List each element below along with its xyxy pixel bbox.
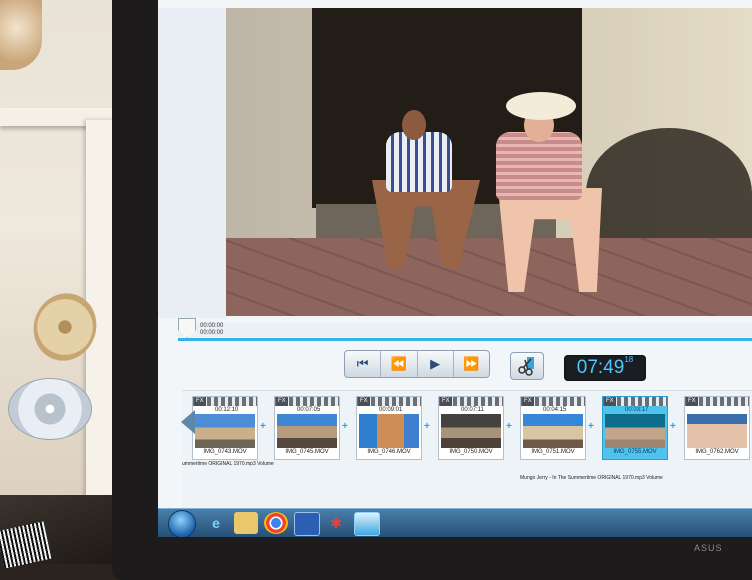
person-1-shirt (386, 132, 452, 192)
person-2-shirt (496, 132, 582, 200)
clip-name: IMG_0762.MOV (695, 449, 739, 455)
play-icon: ▶ (430, 356, 441, 371)
add-transition-icon[interactable]: + (670, 421, 676, 432)
clip-name: IMG_0755.MOV (613, 449, 657, 455)
chrome-icon[interactable] (264, 512, 288, 534)
cd-disc (8, 378, 92, 440)
start-orb-icon[interactable] (168, 510, 196, 537)
video-editor-taskbar-icon[interactable] (354, 512, 380, 536)
file-explorer-icon[interactable] (234, 512, 258, 534)
internet-explorer-icon[interactable]: e (204, 512, 228, 534)
monitor-brand-logo: ASUS (694, 543, 723, 553)
clip-duration: 00:12:10 (215, 407, 239, 413)
person-1-head (402, 110, 426, 140)
clip-thumbnail (441, 414, 501, 448)
scrub-progress-line (178, 338, 752, 341)
audio-track-1[interactable]: ummertime ORIGINAL 1970.mp3 Volume (182, 461, 274, 467)
preview-pavement (226, 238, 752, 316)
add-transition-icon[interactable]: + (260, 421, 266, 432)
clip-thumbnail (687, 414, 747, 448)
fx-badge[interactable]: FX (276, 397, 288, 406)
taskbar-bar: e ✱ (158, 508, 752, 537)
clip-card[interactable]: FX 00:04:15 IMG_0751.MOV (520, 396, 586, 460)
video-preview[interactable] (226, 8, 752, 316)
clip-card[interactable]: FX 00:03:17 IMG_0755.MOV (602, 396, 668, 460)
clip-card[interactable]: FX 00:07:05 IMG_0745.MOV (274, 396, 340, 460)
add-transition-icon[interactable]: + (506, 421, 512, 432)
clip-duration: 00:09:01 (379, 407, 403, 413)
scrub-time: 00:00:00 00:00:00 (200, 323, 223, 337)
clip-card[interactable]: FX IMG_0762.MOV (684, 396, 750, 460)
clip-name: IMG_0745.MOV (285, 449, 329, 455)
person-2-hat (506, 92, 576, 120)
forward-button[interactable]: ⏩ (454, 351, 489, 377)
clip-duration: 00:07:11 (461, 407, 484, 413)
rewind-button[interactable]: ⏪ (381, 351, 418, 377)
app-star-icon[interactable]: ✱ (324, 512, 348, 534)
clip-duration: 00:03:17 (625, 407, 649, 413)
fx-badge[interactable]: FX (194, 397, 206, 406)
play-button[interactable]: ▶ (418, 351, 454, 377)
skip-start-icon: ⏮ (356, 356, 369, 371)
scrub-time-bottom: 00:00:00 (200, 330, 224, 336)
audio-track-2[interactable]: Mungo Jerry - In The Summertime ORIGINAL… (520, 475, 663, 481)
scrub-time-top: 00:00:00 (200, 323, 224, 329)
rewind-icon: ⏪ (390, 356, 407, 371)
add-transition-icon[interactable]: + (588, 421, 594, 432)
clip-card[interactable]: FX 00:09:01 IMG_0746.MOV (356, 396, 422, 460)
clip-name: IMG_0751.MOV (531, 449, 575, 455)
clip-thumbnail (523, 414, 583, 448)
timecode-frames: 18 (624, 355, 634, 364)
storyboard: FX 00:12:10 IMG_0743.MOV + FX 00:07:05 IMG_074… (182, 390, 752, 511)
clip-card[interactable]: FX 00:12:10 IMG_0743.MOV (192, 396, 258, 460)
add-transition-icon[interactable]: + (342, 421, 348, 432)
clip-thumbnail (195, 414, 255, 448)
storyboard-scroll-left[interactable] (181, 410, 195, 434)
save-icon[interactable] (294, 512, 320, 536)
timecode-main: 07:49 (576, 357, 625, 378)
clip-thumbnail (277, 414, 337, 448)
fx-badge[interactable]: FX (686, 397, 698, 406)
timecode-display: 07:4918 (564, 355, 646, 381)
clip-name: IMG_0743.MOV (203, 449, 247, 455)
clip-name: IMG_0750.MOV (449, 449, 493, 455)
transport-controls: ⏮ ⏪ ▶ ⏩ (344, 350, 490, 378)
fx-badge[interactable]: FX (440, 397, 452, 406)
scissors-icon (518, 357, 534, 376)
clip-thumbnail (359, 414, 419, 448)
clip-duration: 00:07:05 (297, 407, 321, 413)
clip-card[interactable]: FX 00:07:11 IMG_0750.MOV (438, 396, 504, 460)
split-clip-button[interactable] (510, 352, 544, 380)
clip-thumbnail (605, 414, 665, 448)
fx-badge[interactable]: FX (604, 397, 616, 406)
add-transition-icon[interactable]: + (424, 421, 430, 432)
taskbar: e ✱ (158, 508, 752, 537)
forward-icon: ⏩ (463, 356, 480, 371)
scrub-track[interactable] (178, 323, 752, 337)
clip-duration: 00:04:15 (543, 407, 567, 413)
fx-badge[interactable]: FX (522, 397, 534, 406)
left-panel (158, 8, 226, 318)
fx-badge[interactable]: FX (358, 397, 370, 406)
monitor-screen: 00:00:00 00:00:00 ⏮ ⏪ ▶ ⏩ 07:4918 FX 00:1… (158, 0, 752, 537)
skip-start-button[interactable]: ⏮ (345, 351, 382, 377)
clip-name: IMG_0746.MOV (367, 449, 411, 455)
